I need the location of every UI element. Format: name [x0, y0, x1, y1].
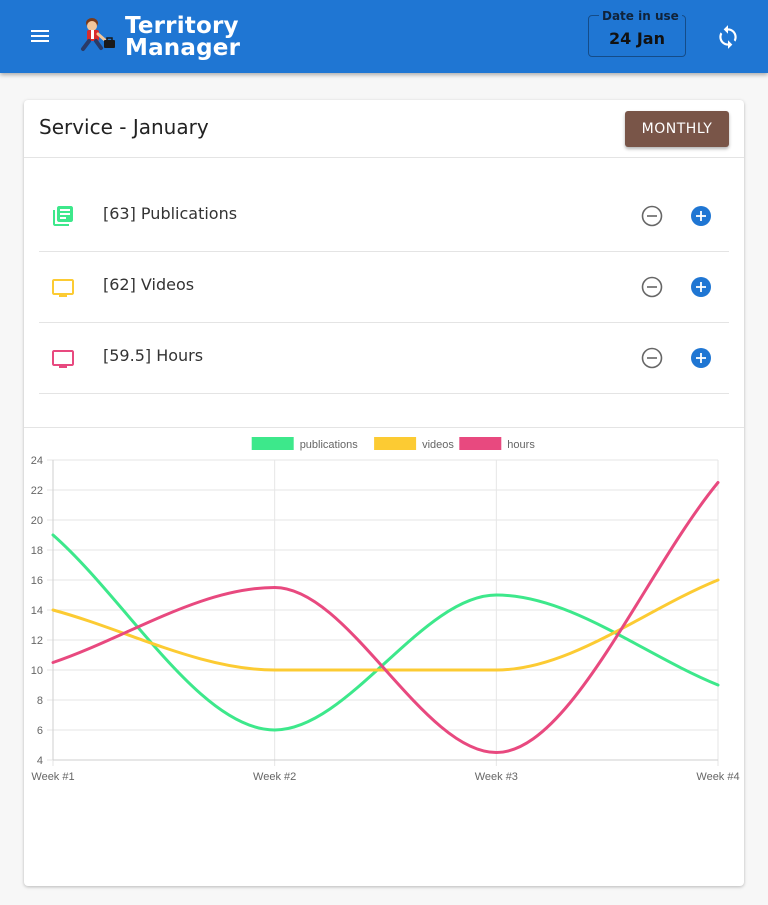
- header-divider: [24, 157, 744, 158]
- date-in-use-label: Date in use: [599, 9, 682, 23]
- decrement-hours-icon[interactable]: [641, 347, 663, 369]
- date-in-use-value: 24 Jan: [609, 29, 665, 48]
- publications-icon: [53, 206, 73, 226]
- increment-publications-icon[interactable]: [690, 205, 712, 227]
- hours-label: [59.5] Hours: [103, 346, 204, 365]
- card-title: Service - January: [39, 115, 209, 139]
- hours-icon: [52, 350, 74, 368]
- app-logo-icon: [81, 18, 115, 51]
- sync-icon[interactable]: [715, 24, 741, 50]
- increment-videos-icon[interactable]: [690, 276, 712, 298]
- chart-divider: [24, 427, 744, 428]
- app-title-line1: Territory: [125, 13, 239, 39]
- monthly-button[interactable]: MONTHLY: [625, 111, 729, 147]
- video-icon: [52, 279, 74, 297]
- app-bar: Territory Manager Date in use 24 Jan: [0, 0, 768, 73]
- list-item-videos: [62] Videos: [39, 251, 729, 323]
- app-title: Territory Manager: [125, 13, 241, 61]
- videos-label: [62] Videos: [103, 275, 195, 294]
- app-title-line2: Manager: [125, 35, 241, 61]
- list-item-publications: [63] Publications: [39, 180, 729, 252]
- service-card: Service - January MONTHLY [63] Publicati…: [24, 100, 744, 886]
- increment-hours-icon[interactable]: [690, 347, 712, 369]
- decrement-videos-icon[interactable]: [641, 276, 663, 298]
- publications-label: [63] Publications: [103, 204, 238, 223]
- list-item-hours: [59.5] Hours: [39, 322, 729, 394]
- decrement-publications-icon[interactable]: [641, 205, 663, 227]
- date-in-use-field[interactable]: Date in use 24 Jan: [588, 9, 686, 57]
- menu-icon[interactable]: [26, 22, 54, 50]
